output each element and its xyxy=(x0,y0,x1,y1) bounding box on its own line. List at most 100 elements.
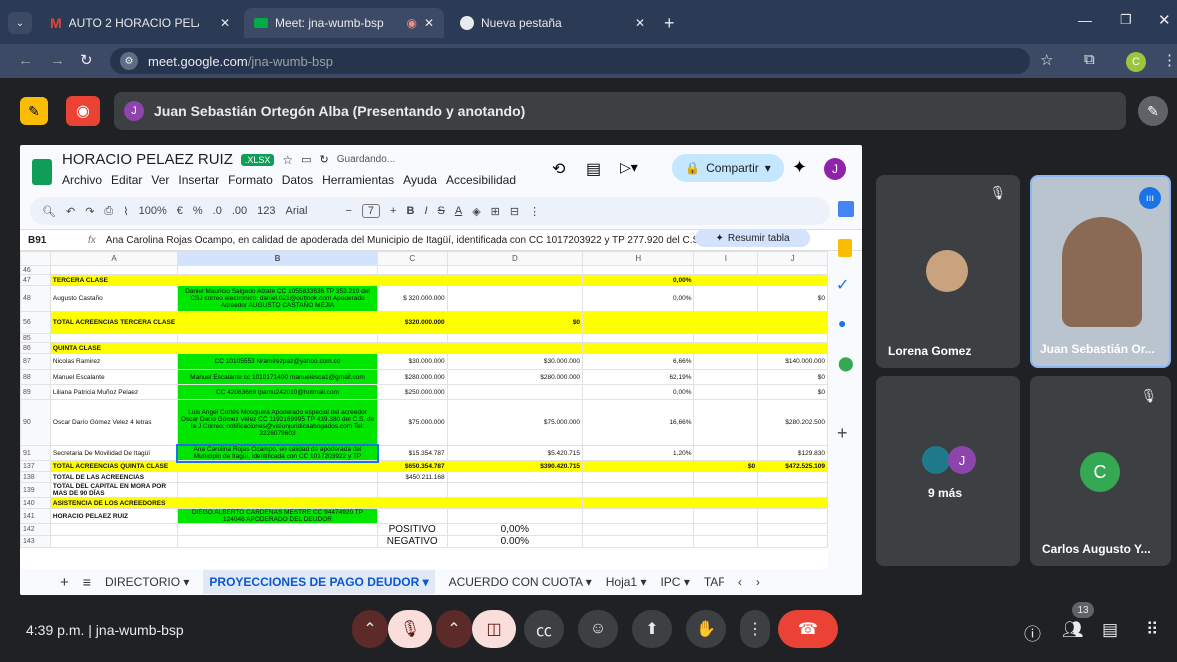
table-cell[interactable] xyxy=(582,471,695,483)
browser-tab-gmail[interactable]: M AUTO 2 HORACIO PELAEZ RUIZ ✕ xyxy=(40,8,240,38)
column-header[interactable]: I xyxy=(693,251,759,266)
menu-datos[interactable]: Datos xyxy=(282,173,313,187)
data-table[interactable]: A B C D H I J 46 47 TERCERA CLASE 0,00% 48 Au… xyxy=(20,251,828,548)
table-cell[interactable] xyxy=(582,460,695,472)
table-cell[interactable]: 62,19% xyxy=(582,369,695,385)
table-row[interactable]: 89 Liliana Patricia Muñoz Pelaez CC 420636… xyxy=(20,384,828,400)
italic-icon[interactable]: I xyxy=(424,205,427,217)
row-number[interactable]: 138 xyxy=(20,471,51,483)
table-cell[interactable]: 1,20% xyxy=(582,445,695,461)
row-number[interactable]: 141 xyxy=(20,508,51,524)
table-cell[interactable] xyxy=(376,333,448,343)
table-cell[interactable]: $280.000.000 xyxy=(376,369,448,385)
move-folder-icon[interactable]: ▭ xyxy=(301,153,311,166)
table-cell[interactable] xyxy=(446,482,584,498)
table-cell[interactable]: Luis Angel Cortés Mosquera Apoderado esp… xyxy=(177,399,378,446)
table-cell[interactable] xyxy=(446,333,584,343)
print-icon[interactable]: ⎙ xyxy=(104,205,113,218)
table-cell[interactable]: TOTAL DE LAS ACREENCIAS xyxy=(49,471,179,483)
table-cell[interactable]: $450.211.168 xyxy=(376,471,448,483)
table-cell[interactable]: $0 xyxy=(757,369,828,385)
share-button[interactable]: 🔒 Compartir ▾ xyxy=(672,154,784,182)
table-cell[interactable] xyxy=(757,342,828,354)
bold-icon[interactable]: B xyxy=(406,205,414,217)
new-tab-button[interactable]: + xyxy=(664,13,675,34)
table-cell[interactable]: $0 xyxy=(757,285,828,312)
participant-tile-lorena[interactable]: 🎙︎ Lorena Gomez xyxy=(876,175,1020,368)
reload-icon[interactable]: ↻ xyxy=(80,51,93,69)
table-row[interactable]: 143 NEGATIVO 0.00% xyxy=(20,535,828,548)
column-header[interactable]: J xyxy=(757,251,828,266)
table-cell[interactable] xyxy=(693,265,759,275)
row-number[interactable]: 46 xyxy=(20,265,51,275)
add-addon-icon[interactable]: + xyxy=(837,423,848,444)
leave-call-button[interactable]: ☎ xyxy=(778,610,838,648)
close-tab-icon[interactable]: ✕ xyxy=(635,16,645,30)
menu-archivo[interactable]: Archivo xyxy=(62,173,102,187)
table-cell[interactable] xyxy=(582,333,695,343)
row-number[interactable]: 56 xyxy=(20,311,51,334)
table-cell[interactable] xyxy=(693,508,759,524)
row-number[interactable]: 89 xyxy=(20,384,51,400)
scroll-left-icon[interactable]: ‹ xyxy=(738,575,742,589)
people-icon[interactable]: 👥︎ xyxy=(1062,620,1084,640)
table-cell[interactable] xyxy=(177,265,378,275)
sheet-tab-taf[interactable]: TAF xyxy=(704,575,724,589)
table-cell[interactable] xyxy=(757,333,828,343)
tab-search-button[interactable]: ⌄ xyxy=(8,12,32,34)
table-cell[interactable] xyxy=(757,471,828,483)
font-select[interactable]: Arial xyxy=(285,205,335,217)
record-button[interactable]: ◉ xyxy=(66,96,100,126)
table-cell[interactable] xyxy=(757,311,828,334)
table-cell[interactable] xyxy=(446,342,584,354)
table-cell[interactable]: $30.000.000 xyxy=(376,353,448,370)
table-cell[interactable]: Manuel Escalante cc 1010171400 manuelesc… xyxy=(177,369,378,385)
row-number[interactable]: 48 xyxy=(20,285,51,312)
table-cell[interactable] xyxy=(582,342,695,354)
table-row[interactable]: 141 HORACIO PELAEZ RUIZ DIEGO ALBERTO CARD… xyxy=(20,508,828,524)
table-cell[interactable] xyxy=(177,535,378,548)
chat-icon[interactable]: ▤ xyxy=(1102,620,1118,640)
table-cell[interactable]: Ana Carolina Rojas Ocampo, en calidad de… xyxy=(175,443,380,463)
table-row[interactable]: 56 TOTAL ACREENCIAS TERCERA CLASE $320.000… xyxy=(20,311,828,334)
present-button[interactable]: ⬆ xyxy=(632,610,672,648)
bookmark-star-icon[interactable]: ☆ xyxy=(1040,51,1053,69)
table-cell[interactable] xyxy=(177,311,378,334)
fill-color-icon[interactable]: ◈ xyxy=(472,205,480,218)
table-cell[interactable] xyxy=(693,285,759,312)
table-cell[interactable] xyxy=(582,535,695,548)
table-cell[interactable]: HORACIO PELAEZ RUIZ xyxy=(49,508,179,524)
table-cell[interactable] xyxy=(582,508,695,524)
table-cell[interactable] xyxy=(693,523,759,536)
table-row[interactable]: 142 POSITIVO 0,00% xyxy=(20,523,828,536)
table-cell[interactable] xyxy=(177,342,378,354)
table-cell[interactable]: QUINTA CLASE xyxy=(49,342,179,354)
meet-present-icon[interactable]: ▷▾ xyxy=(620,159,638,176)
table-row[interactable]: 87 Nicolas Ramirez CC 10105553 Nramirezpaz… xyxy=(20,353,828,370)
formula-input[interactable]: Ana Carolina Rojas Ocampo, en calidad de… xyxy=(106,235,706,246)
table-cell[interactable] xyxy=(693,353,759,370)
participant-tile-more[interactable]: J 9 más xyxy=(876,376,1020,566)
profile-avatar[interactable]: C xyxy=(1126,52,1146,72)
table-cell[interactable]: $129.830 xyxy=(757,445,828,461)
table-cell[interactable] xyxy=(757,482,828,498)
stop-annotation-button[interactable]: ✎ xyxy=(20,97,48,125)
row-number[interactable]: 91 xyxy=(20,445,51,461)
table-cell[interactable] xyxy=(49,265,179,275)
column-header[interactable]: C xyxy=(376,251,448,266)
browser-menu-icon[interactable]: ⋮ xyxy=(1162,51,1177,69)
table-cell[interactable]: $390.420.715 xyxy=(446,460,584,472)
table-row[interactable]: 137 TOTAL ACREENCIAS QUINTA CLASE $650.354… xyxy=(20,460,828,472)
table-cell[interactable]: NEGATIVO xyxy=(376,535,448,548)
table-cell[interactable]: ASISTENCIA DE LOS ACREEDORES xyxy=(49,497,179,509)
column-header[interactable]: H xyxy=(582,251,695,266)
table-cell[interactable] xyxy=(49,523,179,536)
sheet-tab-directorio[interactable]: DIRECTORIO ▾ xyxy=(105,575,189,589)
table-cell[interactable]: Augusto Castaño xyxy=(49,285,179,312)
table-cell[interactable] xyxy=(177,471,378,483)
contacts-icon[interactable]: ● xyxy=(838,315,846,331)
table-row[interactable]: 88 Manuel Escalante Manuel Escalante cc 10… xyxy=(20,369,828,385)
table-cell[interactable] xyxy=(693,333,759,343)
site-info-icon[interactable]: ⚙ xyxy=(120,52,138,70)
forward-icon[interactable]: → xyxy=(50,52,65,69)
